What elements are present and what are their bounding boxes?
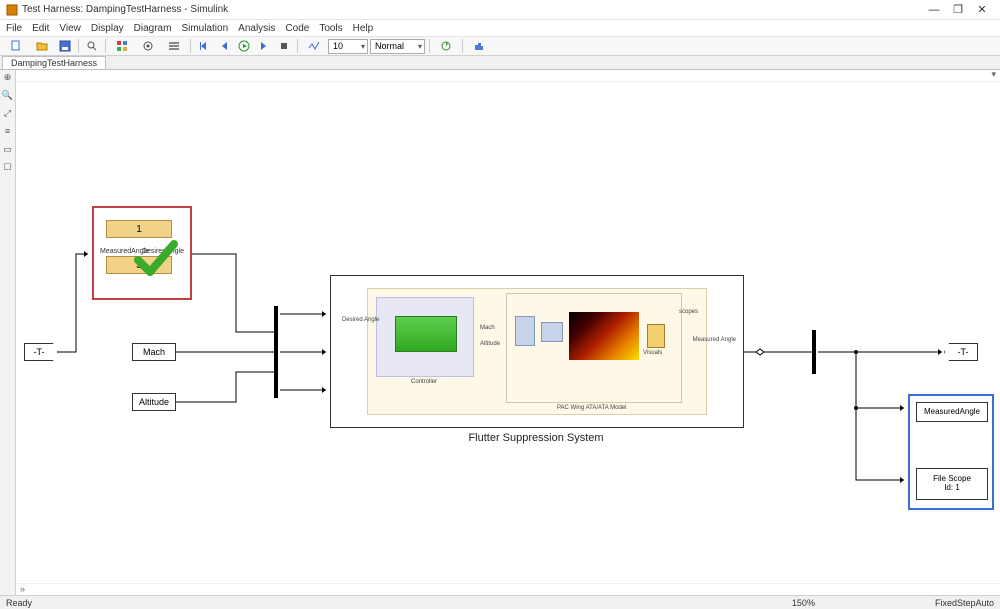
from-tag-label: -T- [34, 347, 45, 357]
plant-3d-icon [569, 312, 639, 360]
step-forward-button[interactable] [255, 38, 273, 54]
plant-label: PAC Wing ATA/ATA Model [557, 405, 626, 411]
menu-view[interactable]: View [59, 23, 81, 34]
canvas-wrap: -T- 1 3 MeasuredAngle DesiredAngle Mach [16, 70, 1000, 595]
goto-tag-block[interactable]: -T- [944, 343, 978, 361]
plant-sum [541, 322, 563, 342]
plant-preview: Visuals PAC Wing ATA/ATA Model [506, 293, 682, 403]
palette-hide-icon[interactable]: ☐ [2, 162, 14, 174]
palette-fit-icon[interactable]: ⤢ [2, 108, 14, 120]
simulation-mode-select[interactable]: Normal [370, 39, 425, 54]
build-button[interactable] [467, 38, 491, 54]
measured-angle-display[interactable]: MeasuredAngle [916, 402, 988, 422]
subsystem-preview: Controller Desired Angle Mach Altitude V… [367, 288, 707, 415]
maximize-button[interactable]: ❐ [946, 3, 970, 16]
port-mach: Mach [480, 325, 495, 331]
port-measured-angle: Measured Angle [693, 337, 736, 343]
open-button[interactable] [30, 38, 54, 54]
checkmark-icon [134, 238, 178, 282]
minimize-button[interactable]: — [922, 4, 946, 16]
menu-display[interactable]: Display [91, 23, 124, 34]
subsystem-name: Flutter Suppression System [456, 432, 616, 444]
app-icon [6, 4, 18, 16]
record-button[interactable] [302, 38, 326, 54]
palette-navigate-icon[interactable]: ⊕ [2, 72, 14, 84]
canvas-footer-chevron: » [20, 584, 25, 594]
model-explorer-button[interactable] [162, 38, 186, 54]
run-button[interactable] [235, 38, 253, 54]
menu-tools[interactable]: Tools [319, 23, 342, 34]
model-config-button[interactable] [136, 38, 160, 54]
save-button[interactable] [56, 38, 74, 54]
palette-bar: ⊕ 🔍 ⤢ ≡ ▭ ☐ [0, 70, 16, 595]
new-model-button[interactable] [4, 38, 28, 54]
tab-strip: DampingTestHarness [0, 56, 1000, 70]
file-scope-text: File Scope Id: 1 [933, 475, 971, 493]
mux-right[interactable] [812, 330, 816, 374]
mach-constant-block[interactable]: Mach [132, 343, 176, 361]
fast-restart-button[interactable] [434, 38, 458, 54]
plant-scope-lbl: Visuals [643, 350, 662, 356]
status-bar: Ready 150% FixedStepAuto [0, 595, 1000, 609]
port-desired-angle: Desired Angle [342, 317, 379, 323]
menu-diagram[interactable]: Diagram [134, 23, 172, 34]
palette-zoom-icon[interactable]: 🔍 [2, 90, 14, 102]
altitude-constant-block[interactable]: Altitude [132, 393, 176, 411]
menu-bar: File Edit View Display Diagram Simulatio… [0, 20, 1000, 36]
file-scope-block[interactable]: File Scope Id: 1 [916, 468, 988, 500]
palette-image-icon[interactable]: ▭ [2, 144, 14, 156]
palette-annotate-icon[interactable]: ≡ [2, 126, 14, 138]
port-altitude: Altitude [480, 341, 500, 347]
mux-left[interactable] [274, 306, 278, 398]
signal-builder-block[interactable]: 1 3 MeasuredAngle DesiredAngle [92, 206, 192, 300]
stop-button[interactable] [275, 38, 293, 54]
close-button[interactable]: ✕ [970, 3, 994, 16]
mach-label: Mach [143, 347, 165, 357]
goto-tag-label: -T- [958, 347, 969, 357]
controller-preview: Controller [376, 297, 474, 377]
library-browser-button[interactable] [110, 38, 134, 54]
menu-help[interactable]: Help [353, 23, 374, 34]
step-back-button[interactable] [195, 38, 213, 54]
toolbar: 10 Normal [0, 36, 1000, 56]
model-canvas[interactable]: -T- 1 3 MeasuredAngle DesiredAngle Mach [16, 82, 1000, 583]
scopes-label: scopes [679, 309, 698, 315]
find-button[interactable] [83, 38, 101, 54]
status-solver[interactable]: FixedStepAuto [935, 598, 994, 608]
status-zoom[interactable]: 150% [792, 598, 815, 608]
tab-model[interactable]: DampingTestHarness [2, 56, 106, 69]
menu-file[interactable]: File [6, 23, 22, 34]
measured-angle-text: MeasuredAngle [924, 408, 980, 417]
plant-inport [515, 316, 535, 346]
window-title: Test Harness: DampingTestHarness - Simul… [22, 4, 228, 15]
stop-time-field[interactable]: 10 [328, 39, 368, 54]
altitude-label: Altitude [139, 397, 169, 407]
flutter-subsystem-block[interactable]: Controller Desired Angle Mach Altitude V… [330, 275, 744, 428]
menu-edit[interactable]: Edit [32, 23, 49, 34]
verification-group[interactable]: MeasuredAngle File Scope Id: 1 [908, 394, 994, 510]
status-ready: Ready [6, 598, 32, 608]
canvas-header[interactable] [16, 70, 1000, 82]
controller-label: Controller [411, 379, 437, 385]
menu-simulation[interactable]: Simulation [181, 23, 228, 34]
menu-analysis[interactable]: Analysis [238, 23, 275, 34]
main-area: ⊕ 🔍 ⤢ ≡ ▭ ☐ [0, 70, 1000, 595]
title-bar: Test Harness: DampingTestHarness - Simul… [0, 0, 1000, 20]
sig-row-1: 1 [106, 220, 172, 238]
canvas-footer[interactable]: » [16, 583, 1000, 595]
menu-code[interactable]: Code [285, 23, 309, 34]
plant-scope [647, 324, 665, 348]
step-back-one-button[interactable] [215, 38, 233, 54]
controller-green-box [395, 316, 457, 352]
from-tag-block[interactable]: -T- [24, 343, 58, 361]
